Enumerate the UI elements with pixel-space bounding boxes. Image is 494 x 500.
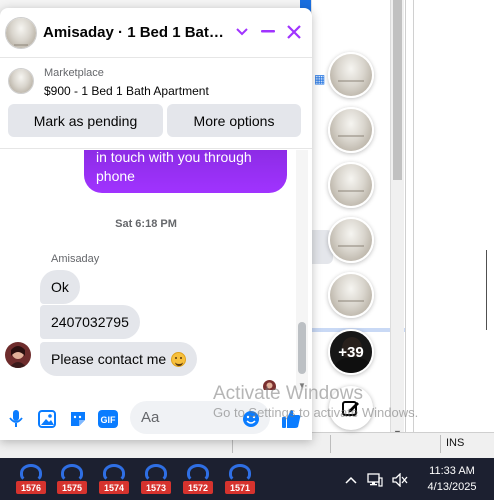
taskbar-app-button[interactable]: 1571 — [225, 464, 255, 496]
chat-window: Amisaday · 1 Bed 1 Bath A... Marketplace… — [0, 8, 312, 440]
taskbar-app-badge: 1576 — [16, 481, 46, 494]
app-logo-icon — [187, 464, 209, 482]
chat-header[interactable]: Amisaday · 1 Bed 1 Bath A... — [0, 8, 312, 58]
incoming-message: Ok — [40, 270, 80, 304]
message-timestamp: Sat 6:18 PM — [115, 218, 177, 230]
taskbar-app-badge: 1575 — [57, 481, 87, 494]
text-cursor — [486, 250, 487, 330]
more-chats-button[interactable]: +39 — [328, 329, 374, 375]
taskbar-app-badge: 1571 — [225, 481, 255, 494]
taskbar-app-button[interactable]: 1576 — [16, 464, 46, 496]
chevron-up-icon[interactable] — [343, 472, 359, 488]
message-scrollbar-thumb[interactable] — [298, 322, 306, 374]
outgoing-message: in touch with you through phone — [84, 150, 287, 193]
speaker-muted-icon[interactable] — [392, 472, 408, 488]
chat-head[interactable] — [328, 217, 374, 263]
message-scrollbar[interactable]: ▼ — [296, 150, 308, 390]
grid-icon: ▦ — [314, 72, 326, 86]
network-icon[interactable] — [367, 472, 383, 488]
taskbar: 1576 1575 1574 1573 1572 1571 11:33 AM 4… — [0, 458, 494, 500]
close-icon[interactable] — [283, 21, 305, 43]
listing-avatar[interactable] — [5, 17, 37, 49]
taskbar-app-button[interactable]: 1572 — [183, 464, 213, 496]
activate-windows-hint: Go to Settings to activate Windows. — [213, 405, 419, 420]
taskbar-app-button[interactable]: 1573 — [141, 464, 171, 496]
listing-thumbnail[interactable] — [8, 68, 34, 94]
message-list: in touch with you through phone Sat 6:18… — [0, 150, 312, 390]
chat-head[interactable] — [328, 272, 374, 318]
activate-windows-watermark: Activate Windows — [213, 383, 363, 404]
system-clock[interactable]: 11:33 AM 4/13/2025 — [420, 463, 484, 495]
microphone-icon[interactable] — [5, 408, 27, 430]
gif-icon[interactable]: GIF — [97, 408, 119, 430]
taskbar-app-badge: 1573 — [141, 481, 171, 494]
scrollbar-thumb[interactable] — [393, 0, 402, 180]
listing-photo — [330, 109, 372, 151]
app-logo-icon — [145, 464, 167, 482]
clock-time: 11:33 AM — [429, 465, 475, 477]
listing-photo — [330, 219, 372, 261]
marketplace-listing-card: Marketplace $900 - 1 Bed 1 Bath Apartmen… — [0, 59, 312, 149]
listing-photo — [330, 274, 372, 316]
minimize-icon[interactable] — [257, 21, 279, 43]
taskbar-app-button[interactable]: 1575 — [57, 464, 87, 496]
chat-title[interactable]: Amisaday · 1 Bed 1 Bath A... — [43, 24, 227, 41]
listing-photo — [330, 54, 372, 96]
background-scrollbar[interactable]: ▼ — [390, 0, 404, 440]
chat-head[interactable] — [328, 107, 374, 153]
clock-date: 4/13/2025 — [427, 481, 477, 493]
incoming-message: Please contact me — [40, 342, 198, 376]
app-logo-icon — [229, 464, 251, 482]
chevron-down-icon[interactable] — [231, 21, 253, 43]
taskbar-app-button[interactable]: 1574 — [99, 464, 129, 496]
app-logo-icon — [20, 464, 42, 482]
sender-avatar[interactable] — [5, 342, 31, 368]
photo-icon[interactable] — [36, 408, 58, 430]
app-logo-icon — [61, 464, 83, 482]
listing-title[interactable]: $900 - 1 Bed 1 Bath Apartment — [44, 84, 209, 98]
incoming-message: 2407032795 — [40, 305, 140, 339]
more-chats-count: +39 — [330, 331, 372, 373]
taskbar-app-badge: 1572 — [183, 481, 213, 494]
insert-mode-indicator: INS — [446, 437, 465, 449]
svg-text:GIF: GIF — [101, 415, 117, 425]
background-document-area — [405, 0, 494, 440]
more-options-button[interactable]: More options — [167, 104, 301, 137]
sender-name: Amisaday — [51, 253, 100, 265]
chat-head[interactable] — [328, 162, 374, 208]
app-logo-icon — [103, 464, 125, 482]
taskbar-app-badge: 1574 — [99, 481, 129, 494]
listing-photo — [330, 164, 372, 206]
chat-head[interactable] — [328, 52, 374, 98]
listing-source: Marketplace — [44, 67, 104, 79]
sticker-icon[interactable] — [67, 408, 89, 430]
smiley-emoji-icon — [171, 351, 187, 367]
mark-as-pending-button[interactable]: Mark as pending — [8, 104, 163, 137]
